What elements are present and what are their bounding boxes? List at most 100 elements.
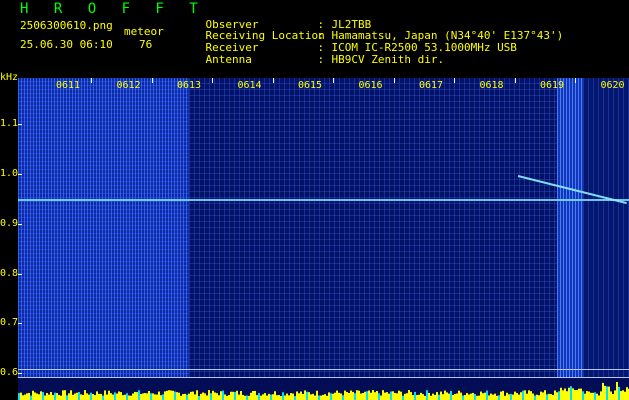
y-tick-label: 0.7: [0, 317, 19, 328]
noise-sample: [468, 394, 470, 400]
noise-sample: [338, 392, 340, 400]
noise-sample: [364, 391, 366, 400]
x-tick-mark: [212, 78, 213, 83]
noise-sample: [136, 392, 138, 400]
noise-sample: [188, 393, 190, 400]
noise-sample: [624, 391, 626, 400]
noise-sample: [542, 392, 544, 400]
noise-sample: [464, 395, 466, 400]
noise-sample: [116, 393, 118, 400]
noise-sample: [96, 391, 98, 400]
x-tick-label: 0619: [540, 80, 565, 91]
noise-sample: [536, 394, 538, 400]
noise-sample: [216, 393, 218, 400]
noise-sample: [246, 395, 248, 400]
noise-sample: [470, 393, 472, 400]
noise-sample: [200, 393, 202, 400]
noise-sample: [46, 393, 48, 400]
noise-sample: [554, 390, 556, 400]
noise-sample: [142, 393, 144, 400]
noise-sample: [28, 392, 30, 400]
noise-sample: [532, 393, 534, 400]
noise-sample: [280, 395, 282, 400]
noise-sample: [86, 393, 88, 400]
noise-sample: [242, 394, 244, 400]
x-tick-label: 0616: [358, 80, 383, 91]
noise-sample: [370, 392, 372, 400]
noise-sample: [306, 391, 308, 400]
noise-sample: [118, 391, 120, 400]
noise-sample: [414, 391, 416, 400]
noise-sample: [332, 393, 334, 400]
noise-sample: [382, 390, 384, 400]
noise-sample: [602, 382, 604, 400]
noise-sample: [586, 391, 588, 400]
noise-sample: [440, 391, 442, 400]
noise-sample: [50, 391, 52, 400]
x-tick-label: 0611: [56, 80, 81, 91]
noise-sample: [452, 394, 454, 400]
noise-sample: [34, 392, 36, 400]
noise-sample: [574, 389, 576, 400]
noise-sample: [204, 393, 206, 400]
noise-sample: [396, 393, 398, 400]
noise-band-dim: [583, 78, 629, 378]
noise-sample: [70, 390, 72, 400]
noise-sample: [178, 392, 180, 400]
noise-sample: [164, 391, 166, 400]
noise-sample: [210, 393, 212, 400]
noise-sample: [62, 390, 64, 400]
noise-sample: [356, 390, 358, 400]
noise-sample: [588, 391, 590, 400]
noise-sample: [330, 393, 332, 400]
noise-sample: [490, 393, 492, 400]
noise-sample: [300, 391, 302, 400]
noise-sample: [376, 391, 378, 400]
noise-level-bar: [18, 381, 629, 400]
noise-sample: [110, 393, 112, 400]
noise-sample: [186, 394, 188, 400]
noise-sample: [196, 390, 198, 400]
noise-sample: [156, 394, 158, 400]
noise-sample: [256, 395, 258, 400]
noise-sample: [428, 392, 430, 400]
noise-sample: [284, 395, 286, 400]
noise-sample: [138, 390, 140, 400]
noise-sample: [408, 390, 410, 400]
noise-sample: [288, 395, 290, 400]
y-tick-label: 1.0: [0, 168, 19, 179]
x-tick-mark: [514, 78, 516, 83]
noise-sample: [510, 393, 512, 400]
noise-sample: [344, 390, 346, 400]
noise-sample: [528, 390, 530, 400]
noise-sample: [418, 394, 420, 400]
noise-sample: [590, 392, 592, 400]
noise-sample: [354, 393, 356, 400]
noise-sample: [238, 394, 240, 400]
noise-sample: [278, 395, 280, 400]
noise-sample: [572, 388, 574, 400]
noise-sample: [82, 394, 84, 400]
noise-sample: [550, 394, 552, 400]
noise-sample: [564, 388, 566, 400]
noise-sample: [600, 391, 602, 400]
noise-sample: [612, 394, 614, 400]
noise-sample: [100, 393, 102, 400]
noise-sample: [502, 390, 504, 400]
x-tick-label: 0615: [298, 80, 323, 91]
noise-band-bright: [18, 78, 189, 378]
noise-sample: [154, 394, 156, 400]
noise-sample: [544, 390, 546, 400]
noise-sample: [310, 394, 312, 400]
noise-sample: [404, 393, 406, 400]
x-tick-mark: [575, 78, 576, 83]
noise-sample: [476, 395, 478, 400]
x-tick-mark: [151, 78, 153, 83]
noise-sample: [228, 395, 230, 400]
noise-sample: [230, 391, 232, 400]
noise-sample: [584, 393, 586, 400]
noise-sample: [302, 393, 304, 400]
noise-sample: [90, 392, 92, 400]
noise-sample: [604, 385, 606, 400]
noise-sample: [38, 394, 40, 400]
